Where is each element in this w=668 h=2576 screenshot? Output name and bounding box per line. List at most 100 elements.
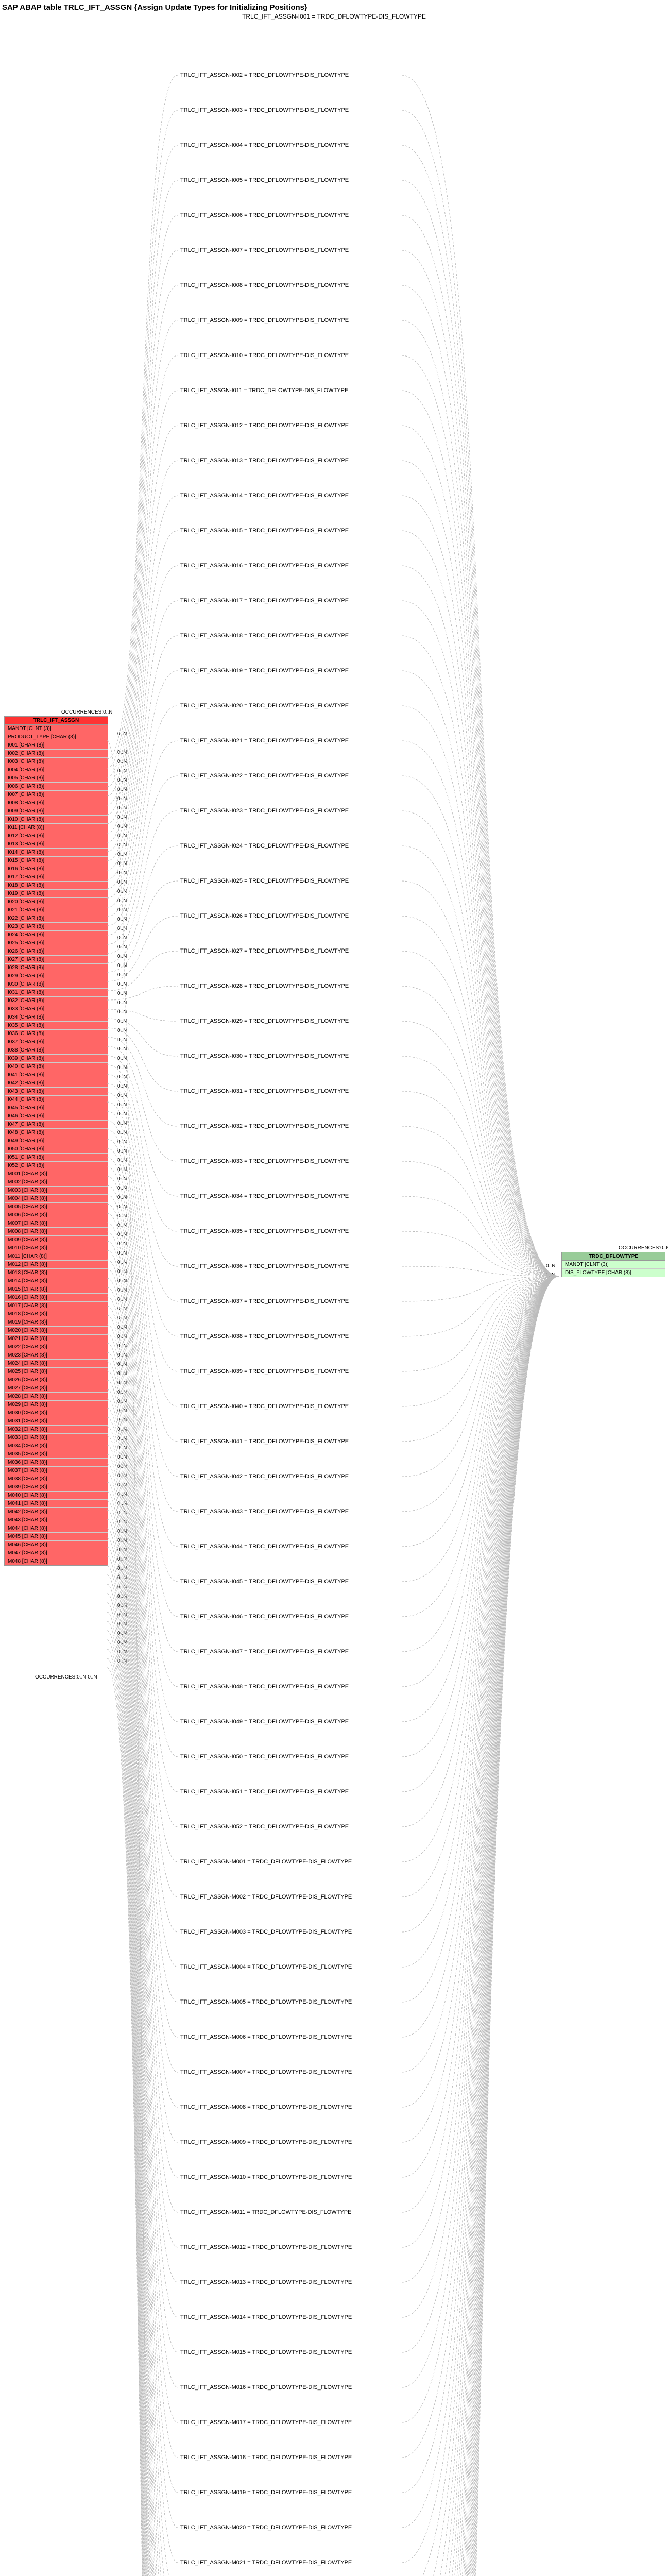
zero-n-label: 0..N — [117, 1213, 127, 1219]
flow-mapping-label: TRLC_IFT_ASSGN-M001 = TRDC_DFLOWTYPE-DIS… — [180, 1859, 352, 1865]
zero-n-label: 0..N — [117, 1306, 127, 1312]
zero-n-label: 0..N — [117, 1621, 127, 1627]
flow-mapping-label: TRLC_IFT_ASSGN-M016 = TRDC_DFLOWTYPE-DIS… — [180, 2384, 352, 2391]
flow-mapping-label: TRLC_IFT_ASSGN-I015 = TRDC_DFLOWTYPE-DIS… — [180, 528, 349, 534]
flow-mapping-label: TRLC_IFT_ASSGN-I048 = TRDC_DFLOWTYPE-DIS… — [180, 1684, 349, 1690]
zero-n-label: 0..N — [117, 1037, 127, 1043]
left-row: M012 [CHAR (8)] — [5, 1261, 108, 1269]
left-row: I005 [CHAR (8)] — [5, 774, 108, 783]
zero-n-label: 0..N — [117, 1325, 127, 1330]
flow-mapping-label: TRLC_IFT_ASSGN-I021 = TRDC_DFLOWTYPE-DIS… — [180, 738, 349, 744]
left-row: I001 [CHAR (8)] — [5, 741, 108, 750]
zero-n-label: 0..N — [117, 935, 127, 941]
zero-n-label: 0..N — [117, 815, 127, 820]
left-row: M046 [CHAR (8)] — [5, 1541, 108, 1549]
flow-mapping-label: TRLC_IFT_ASSGN-I041 = TRDC_DFLOWTYPE-DIS… — [180, 1438, 349, 1445]
zero-n-label: 0..N — [117, 1223, 127, 1228]
left-row: I007 [CHAR (8)] — [5, 791, 108, 799]
left-row: I020 [CHAR (8)] — [5, 898, 108, 906]
flow-mapping-label: TRLC_IFT_ASSGN-I037 = TRDC_DFLOWTYPE-DIS… — [180, 1298, 349, 1304]
left-row: I028 [CHAR (8)] — [5, 964, 108, 972]
zero-n-label: 0..N — [117, 1287, 127, 1293]
flow-mapping-label: TRLC_IFT_ASSGN-I040 = TRDC_DFLOWTYPE-DIS… — [180, 1403, 349, 1410]
zero-n-label: 0..N — [117, 805, 127, 811]
left-row: M045 [CHAR (8)] — [5, 1533, 108, 1541]
flow-mapping-label: TRLC_IFT_ASSGN-M014 = TRDC_DFLOWTYPE-DIS… — [180, 2314, 352, 2320]
zero-n-label: 0..N — [117, 1464, 127, 1469]
flow-mapping-label: TRLC_IFT_ASSGN-I018 = TRDC_DFLOWTYPE-DIS… — [180, 633, 349, 639]
zero-n-label: 0..N — [117, 1111, 127, 1117]
zero-n-label: 0..N — [117, 1250, 127, 1256]
left-row: I003 [CHAR (8)] — [5, 758, 108, 766]
flow-mapping-label: TRLC_IFT_ASSGN-I003 = TRDC_DFLOWTYPE-DIS… — [180, 107, 349, 113]
left-row: I045 [CHAR (8)] — [5, 1104, 108, 1112]
flow-mapping-label: TRLC_IFT_ASSGN-I002 = TRDC_DFLOWTYPE-DIS… — [180, 72, 349, 78]
left-row: I030 [CHAR (8)] — [5, 980, 108, 989]
left-row: I052 [CHAR (8)] — [5, 1162, 108, 1170]
flow-mapping-label: TRLC_IFT_ASSGN-I017 = TRDC_DFLOWTYPE-DIS… — [180, 598, 349, 604]
zero-n-label: 0..N — [117, 1204, 127, 1210]
flow-mapping-label: TRLC_IFT_ASSGN-I046 = TRDC_DFLOWTYPE-DIS… — [180, 1614, 349, 1620]
left-row: M040 [CHAR (8)] — [5, 1492, 108, 1500]
zero-n-label: 0..N — [117, 1121, 127, 1126]
zero-n-label: 0..N — [117, 1000, 127, 1006]
zero-n-label: 0..N — [117, 981, 127, 987]
flow-mapping-label: TRLC_IFT_ASSGN-I035 = TRDC_DFLOWTYPE-DIS… — [180, 1228, 349, 1234]
zero-n-label: 0..N — [117, 1028, 127, 1033]
flow-mapping-label: TRLC_IFT_ASSGN-M006 = TRDC_DFLOWTYPE-DIS… — [180, 2034, 352, 2040]
flow-mapping-label: TRLC_IFT_ASSGN-I047 = TRDC_DFLOWTYPE-DIS… — [180, 1649, 349, 1655]
left-row: M034 [CHAR (8)] — [5, 1442, 108, 1450]
left-row: M043 [CHAR (8)] — [5, 1516, 108, 1524]
left-row: I012 [CHAR (8)] — [5, 832, 108, 840]
zero-n-label: 0..N — [117, 1631, 127, 1636]
flow-mapping-label: TRLC_IFT_ASSGN-I007 = TRDC_DFLOWTYPE-DIS… — [180, 247, 349, 253]
flow-mapping-label: TRLC_IFT_ASSGN-M019 = TRDC_DFLOWTYPE-DIS… — [180, 2489, 352, 2496]
zero-n-label: 0..N — [117, 1436, 127, 1442]
zero-n-label: 0..N — [117, 1547, 127, 1553]
left-row: I002 [CHAR (8)] — [5, 750, 108, 758]
left-row: M029 [CHAR (8)] — [5, 1401, 108, 1409]
flow-mapping-label: TRLC_IFT_ASSGN-I022 = TRDC_DFLOWTYPE-DIS… — [180, 773, 349, 779]
left-row: M013 [CHAR (8)] — [5, 1269, 108, 1277]
flow-mapping-label: TRLC_IFT_ASSGN-I029 = TRDC_DFLOWTYPE-DIS… — [180, 1018, 349, 1024]
zero-n-label: 0..N — [117, 768, 127, 774]
zero-n-label: 0..N — [117, 972, 127, 978]
left-row: M009 [CHAR (8)] — [5, 1236, 108, 1244]
left-row: I049 [CHAR (8)] — [5, 1137, 108, 1145]
zero-n-label: 0..N — [117, 1575, 127, 1581]
left-row: M048 [CHAR (8)] — [5, 1557, 108, 1565]
left-row: I010 [CHAR (8)] — [5, 816, 108, 824]
zero-n-label: 0..N — [117, 1371, 127, 1377]
zero-n-label: 0..N — [117, 1389, 127, 1395]
zero-n-label: 0..N — [117, 1046, 127, 1052]
left-row: M031 [CHAR (8)] — [5, 1417, 108, 1426]
left-row: M044 [CHAR (8)] — [5, 1524, 108, 1533]
flow-mapping-label: TRLC_IFT_ASSGN-I028 = TRDC_DFLOWTYPE-DIS… — [180, 983, 349, 989]
zero-n-label: 0..N — [117, 1529, 127, 1534]
left-row: I044 [CHAR (8)] — [5, 1096, 108, 1104]
center-subtitle: TRLC_IFT_ASSGN-I001 = TRDC_DFLOWTYPE-DIS… — [0, 13, 668, 20]
flow-mapping-label: TRLC_IFT_ASSGN-I033 = TRDC_DFLOWTYPE-DIS… — [180, 1158, 349, 1164]
left-row: I026 [CHAR (8)] — [5, 947, 108, 956]
zero-n-label: 0..N — [117, 1482, 127, 1488]
flow-mapping-label: TRLC_IFT_ASSGN-I043 = TRDC_DFLOWTYPE-DIS… — [180, 1509, 349, 1515]
flow-mapping-label: TRLC_IFT_ASSGN-M007 = TRDC_DFLOWTYPE-DIS… — [180, 2069, 352, 2075]
zero-n-label: 0..N — [117, 842, 127, 848]
flow-mapping-label: TRLC_IFT_ASSGN-I005 = TRDC_DFLOWTYPE-DIS… — [180, 177, 349, 183]
flow-mapping-label: TRLC_IFT_ASSGN-M009 = TRDC_DFLOWTYPE-DIS… — [180, 2139, 352, 2145]
left-row: I008 [CHAR (8)] — [5, 799, 108, 807]
left-row: M047 [CHAR (8)] — [5, 1549, 108, 1557]
zero-n-label: 0..N — [117, 1102, 127, 1108]
left-row: I015 [CHAR (8)] — [5, 857, 108, 865]
flow-mapping-label: TRLC_IFT_ASSGN-I008 = TRDC_DFLOWTYPE-DIS… — [180, 282, 349, 289]
zero-n-label: 0..N — [117, 1640, 127, 1646]
left-row: M007 [CHAR (8)] — [5, 1219, 108, 1228]
zero-n-label: 0..N — [117, 889, 127, 894]
left-row: M002 [CHAR (8)] — [5, 1178, 108, 1187]
entity-trdc-dflowtype: OCCURRENCES:0..N TRDC_DFLOWTYPE MANDT [C… — [561, 1252, 665, 1277]
left-row: M008 [CHAR (8)] — [5, 1228, 108, 1236]
left-row: I048 [CHAR (8)] — [5, 1129, 108, 1137]
left-row: M004 [CHAR (8)] — [5, 1195, 108, 1203]
left-row: I004 [CHAR (8)] — [5, 766, 108, 774]
flow-mapping-label: TRLC_IFT_ASSGN-I027 = TRDC_DFLOWTYPE-DIS… — [180, 948, 349, 954]
